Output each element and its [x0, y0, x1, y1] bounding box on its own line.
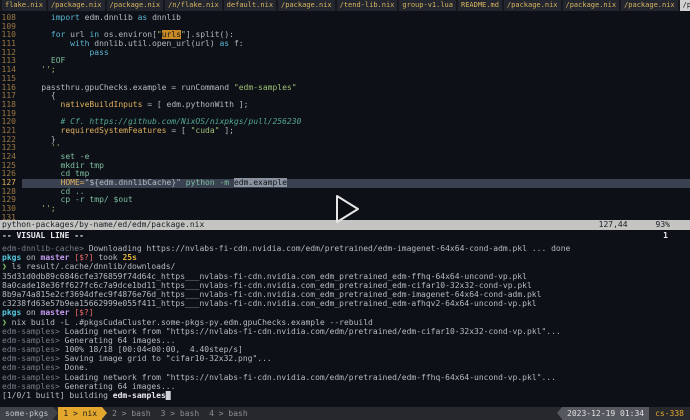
file-path: python-packages/by-name/ed/edm/package.n… — [2, 220, 204, 230]
terminal-line: edm-samples> Loading network from "https… — [2, 327, 690, 336]
editor-line[interactable]: 118 nativeBuildInputs = [ edm.pythonWith… — [0, 101, 690, 110]
tab-12[interactable]: /package.nix — [680, 0, 690, 11]
terminal-line: pkgs on master [$?] took 25s — [2, 253, 690, 262]
code-text: import edm.dnnlib as dnnlib — [22, 14, 181, 23]
mode-line-right: 1 — [663, 230, 668, 241]
window-tab-2[interactable]: 2 > bash — [107, 407, 156, 420]
code-text: passthru.gpuChecks.example = runCommand … — [22, 84, 297, 93]
hostname: cs-338 — [649, 407, 690, 420]
terminal-line: c3238fd63e57b9ea15662999e055f411_https__… — [2, 299, 690, 308]
play-overlay-icon[interactable] — [331, 193, 363, 225]
tab-1[interactable]: /package.nix — [48, 0, 105, 11]
tab-11[interactable]: /package.nix — [621, 0, 678, 11]
terminal-line: [1/0/1 built] building edm-samples█ — [2, 391, 690, 400]
terminal-line: 8b9a74a815e2cf3694dfec9f4876e76d_https__… — [2, 290, 690, 299]
session-name[interactable]: some-pkgs — [0, 407, 53, 420]
editor-line[interactable]: 113 EOF — [0, 57, 690, 66]
window-tab-1[interactable]: 1 > nix — [58, 407, 102, 420]
editor-line[interactable]: 112 pass — [0, 49, 690, 58]
window-tab-4[interactable]: 4 > bash — [204, 407, 253, 420]
terminal-output[interactable]: edm-dnnlib-cache> Downloading https://nv… — [0, 241, 690, 407]
editor-line[interactable]: 116 passthru.gpuChecks.example = runComm… — [0, 84, 690, 93]
terminal-line: edm-samples> Loading network from "https… — [2, 373, 690, 382]
tab-9[interactable]: /package.nix — [504, 0, 561, 11]
terminal-line: ❯ ls result/.cache/dnnlib/downloads/ — [2, 262, 690, 271]
editor-line[interactable]: 121 requiredSystemFeatures = [ "cuda" ]; — [0, 127, 690, 136]
code-text: ''; — [22, 205, 56, 214]
editor-line[interactable]: 123 '' — [0, 144, 690, 153]
tab-8[interactable]: README.md — [458, 0, 502, 11]
tab-6[interactable]: /tend-lib.nix — [337, 0, 398, 11]
tab-2[interactable]: /package.nix — [107, 0, 164, 11]
tab-0[interactable]: flake.nix — [2, 0, 46, 11]
window-list: 1 > nix 2 > bash3 > bash4 > bash — [58, 407, 252, 420]
tab-5[interactable]: /package.nix — [278, 0, 335, 11]
scroll-percent: 93% — [656, 220, 670, 230]
editor-line[interactable]: 108 import edm.dnnlib as dnnlib — [0, 14, 690, 23]
tab-4[interactable]: default.nix — [224, 0, 276, 11]
editor-line[interactable]: 122 } — [0, 136, 690, 145]
cursor-position: 127,44 — [599, 220, 628, 230]
tab-10[interactable]: /package.nix — [563, 0, 620, 11]
terminal-line: edm-samples> 100% 18/18 [00:04<00:00, 4.… — [2, 345, 690, 354]
terminal-line: 8a0cade18e36ff627fc6c7a9dce1bd11_https__… — [2, 281, 690, 290]
window-tab-3[interactable]: 3 > bash — [156, 407, 205, 420]
terminal-line: edm-samples> Generating 64 images... — [2, 382, 690, 391]
terminal-line: 35d31d0db89c6846cfe376859f74d64c_https__… — [2, 272, 690, 281]
terminal-line: edm-samples> Done. — [2, 363, 690, 372]
terminal-line: edm-samples> Saving image grid to "cifar… — [2, 354, 690, 363]
mode-indicator: -- VISUAL LINE -- — [2, 230, 84, 241]
clock: 2023-12-19 01:34 — [562, 407, 649, 420]
editor-line[interactable]: 114 ''; — [0, 66, 690, 75]
terminal-line: edm-dnnlib-cache> Downloading https://nv… — [2, 244, 690, 253]
tmux-bar: some-pkgs 1 > nix 2 > bash3 > bash4 > bas… — [0, 407, 690, 420]
tab-3[interactable]: /n/flake.nix — [165, 0, 222, 11]
editor-line[interactable]: 127 HOME="${edm.dnnlibCache}" python -m … — [0, 179, 690, 188]
editor[interactable]: 108 import edm.dnnlib as dnnlib109110 fo… — [0, 11, 690, 220]
terminal-line: pkgs on master [$?] — [2, 308, 690, 317]
tab-7[interactable]: group-v1.lua — [399, 0, 456, 11]
code-text: ''; — [22, 66, 56, 75]
code-text: nativeBuildInputs = [ edm.pythonWith ]; — [22, 101, 248, 110]
terminal-line: ❯ nix build -L .#pkgsCudaCluster.some-pk… — [2, 318, 690, 327]
tab-bar: flake.nix/package.nix/package.nix/n/flak… — [0, 0, 690, 11]
mode-line: -- VISUAL LINE -- 1 — [0, 230, 690, 241]
code-text: HOME="${edm.dnnlibCache}" python -m edm.… — [22, 179, 690, 188]
terminal-line: edm-samples> Generating 64 images... — [2, 336, 690, 345]
editor-line[interactable]: 125 mkdir tmp — [0, 162, 690, 171]
